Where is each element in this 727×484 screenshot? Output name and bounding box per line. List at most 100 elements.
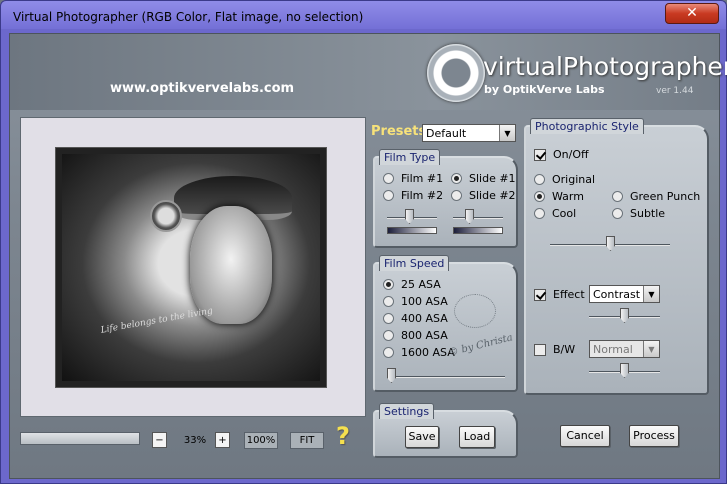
save-button[interactable]: Save bbox=[405, 426, 439, 448]
website-link[interactable]: www.optikvervelabs.com bbox=[110, 81, 294, 96]
radio-icon bbox=[612, 208, 623, 219]
clock-icon bbox=[150, 200, 182, 232]
preview-pane[interactable]: Life belongs to the living bbox=[20, 117, 366, 417]
style-slider[interactable] bbox=[550, 236, 670, 251]
radio-icon bbox=[534, 174, 545, 185]
presets-select[interactable]: Default ▼ bbox=[422, 124, 516, 142]
zoom-in-button[interactable]: + bbox=[215, 432, 230, 448]
radio-original[interactable]: Original bbox=[534, 173, 595, 186]
radio-label: Warm bbox=[552, 190, 584, 203]
radio-label: 100 ASA bbox=[401, 295, 448, 308]
slider-thumb[interactable] bbox=[606, 236, 615, 251]
logo-subtitle: by OptikVerve Labs bbox=[484, 83, 605, 96]
title-bar[interactable]: Virtual Photographer (RGB Color, Flat im… bbox=[1, 1, 726, 33]
bw-slider[interactable] bbox=[589, 363, 660, 378]
version-label: ver 1.44 bbox=[656, 86, 694, 96]
radio-25-asa[interactable]: 25 ASA bbox=[383, 278, 441, 291]
speed-slider[interactable] bbox=[387, 368, 505, 383]
radio-film-2[interactable]: Film #2 bbox=[383, 189, 443, 202]
radio-label: Green Punch bbox=[630, 190, 701, 203]
slide-gradient bbox=[453, 227, 503, 234]
film-speed-legend: Film Speed bbox=[379, 255, 450, 271]
radio-warm[interactable]: Warm bbox=[534, 190, 584, 203]
radio-icon bbox=[451, 190, 462, 201]
slider-thumb[interactable] bbox=[405, 209, 414, 224]
slide-slider[interactable] bbox=[453, 209, 503, 224]
window-title: Virtual Photographer (RGB Color, Flat im… bbox=[13, 10, 364, 24]
close-button[interactable]: ✕ bbox=[665, 3, 719, 24]
plugin-client-area: www.optikvervelabs.com virtualPhotograph… bbox=[9, 33, 727, 479]
radio-icon bbox=[383, 313, 394, 324]
radio-icon bbox=[383, 330, 394, 341]
settings-legend: Settings bbox=[379, 403, 435, 419]
effect-slider[interactable] bbox=[589, 308, 660, 323]
radio-label: 25 ASA bbox=[401, 278, 441, 291]
slider-track[interactable] bbox=[453, 217, 503, 219]
zoom-value: 33% bbox=[183, 434, 207, 446]
film-slider[interactable] bbox=[387, 209, 437, 224]
effect-select[interactable]: Contrast ▼ bbox=[589, 285, 660, 303]
chevron-down-icon[interactable]: ▼ bbox=[499, 125, 515, 141]
radio-label: Cool bbox=[552, 207, 577, 220]
slider-track[interactable] bbox=[387, 376, 505, 378]
radio-label: Slide #1 bbox=[469, 172, 516, 185]
slider-thumb[interactable] bbox=[465, 209, 474, 224]
checkbox-label: Effect bbox=[553, 288, 585, 301]
radio-icon bbox=[383, 173, 394, 184]
radio-icon bbox=[383, 347, 394, 358]
radio-label: Film #1 bbox=[401, 172, 444, 185]
radio-green-punch[interactable]: Green Punch bbox=[612, 190, 700, 203]
radio-icon bbox=[383, 296, 394, 307]
radio-cool[interactable]: Cool bbox=[534, 207, 576, 220]
chevron-down-icon[interactable]: ▼ bbox=[643, 341, 659, 357]
radio-1600-asa[interactable]: 1600 ASA bbox=[383, 346, 455, 359]
radio-slide-1[interactable]: Slide #1 bbox=[451, 172, 516, 185]
radio-label: 800 ASA bbox=[401, 329, 448, 342]
main-window: Virtual Photographer (RGB Color, Flat im… bbox=[0, 0, 727, 484]
radio-subtle[interactable]: Subtle bbox=[612, 207, 665, 220]
radio-film-1[interactable]: Film #1 bbox=[383, 172, 443, 185]
radio-label: Original bbox=[552, 173, 596, 186]
radio-100-asa[interactable]: 100 ASA bbox=[383, 295, 448, 308]
checkbox-icon bbox=[534, 343, 546, 356]
settings-panel: Settings Save Load bbox=[373, 403, 518, 458]
radio-label: Slide #2 bbox=[469, 189, 516, 202]
checkbox-icon bbox=[534, 288, 546, 301]
style-legend: Photographic Style bbox=[530, 118, 644, 134]
preview-caption: Life belongs to the living bbox=[99, 306, 214, 336]
bw-select[interactable]: Normal ▼ bbox=[589, 340, 660, 358]
bw-checkbox[interactable]: B/W bbox=[534, 343, 575, 356]
radio-label: 400 ASA bbox=[401, 312, 448, 325]
watermark-seal bbox=[454, 294, 496, 328]
effect-value: Contrast bbox=[593, 287, 641, 301]
slider-thumb[interactable] bbox=[620, 308, 629, 323]
zoom-out-button[interactable]: − bbox=[152, 432, 167, 448]
checkbox-label: On/Off bbox=[553, 148, 589, 161]
preview-image: Life belongs to the living bbox=[55, 147, 327, 388]
logo-ring-icon bbox=[427, 44, 485, 102]
checkbox-label: B/W bbox=[553, 343, 576, 356]
onoff-checkbox[interactable]: On/Off bbox=[534, 148, 589, 161]
slider-thumb[interactable] bbox=[387, 368, 396, 383]
effect-checkbox[interactable]: Effect bbox=[534, 288, 585, 301]
presets-value: Default bbox=[426, 126, 467, 140]
load-button[interactable]: Load bbox=[459, 426, 495, 448]
radio-label: Subtle bbox=[630, 207, 666, 220]
radio-400-asa[interactable]: 400 ASA bbox=[383, 312, 448, 325]
help-icon[interactable]: ? bbox=[336, 422, 350, 450]
fit-button[interactable]: FIT bbox=[290, 432, 324, 449]
radio-800-asa[interactable]: 800 ASA bbox=[383, 329, 448, 342]
bw-value: Normal bbox=[593, 342, 633, 356]
slider-thumb[interactable] bbox=[620, 363, 629, 378]
film-type-legend: Film Type bbox=[379, 149, 441, 165]
film-gradient bbox=[387, 227, 437, 234]
film-type-panel: Film Type Film #1 Film #2 Slide #1 Slide… bbox=[373, 149, 518, 248]
radio-label: Film #2 bbox=[401, 189, 444, 202]
radio-icon bbox=[383, 279, 394, 290]
chevron-down-icon[interactable]: ▼ bbox=[643, 286, 659, 302]
process-button[interactable]: Process bbox=[629, 425, 679, 447]
radio-slide-2[interactable]: Slide #2 bbox=[451, 189, 516, 202]
radio-icon bbox=[612, 191, 623, 202]
zoom-100-button[interactable]: 100% bbox=[244, 432, 278, 449]
cancel-button[interactable]: Cancel bbox=[560, 425, 610, 447]
